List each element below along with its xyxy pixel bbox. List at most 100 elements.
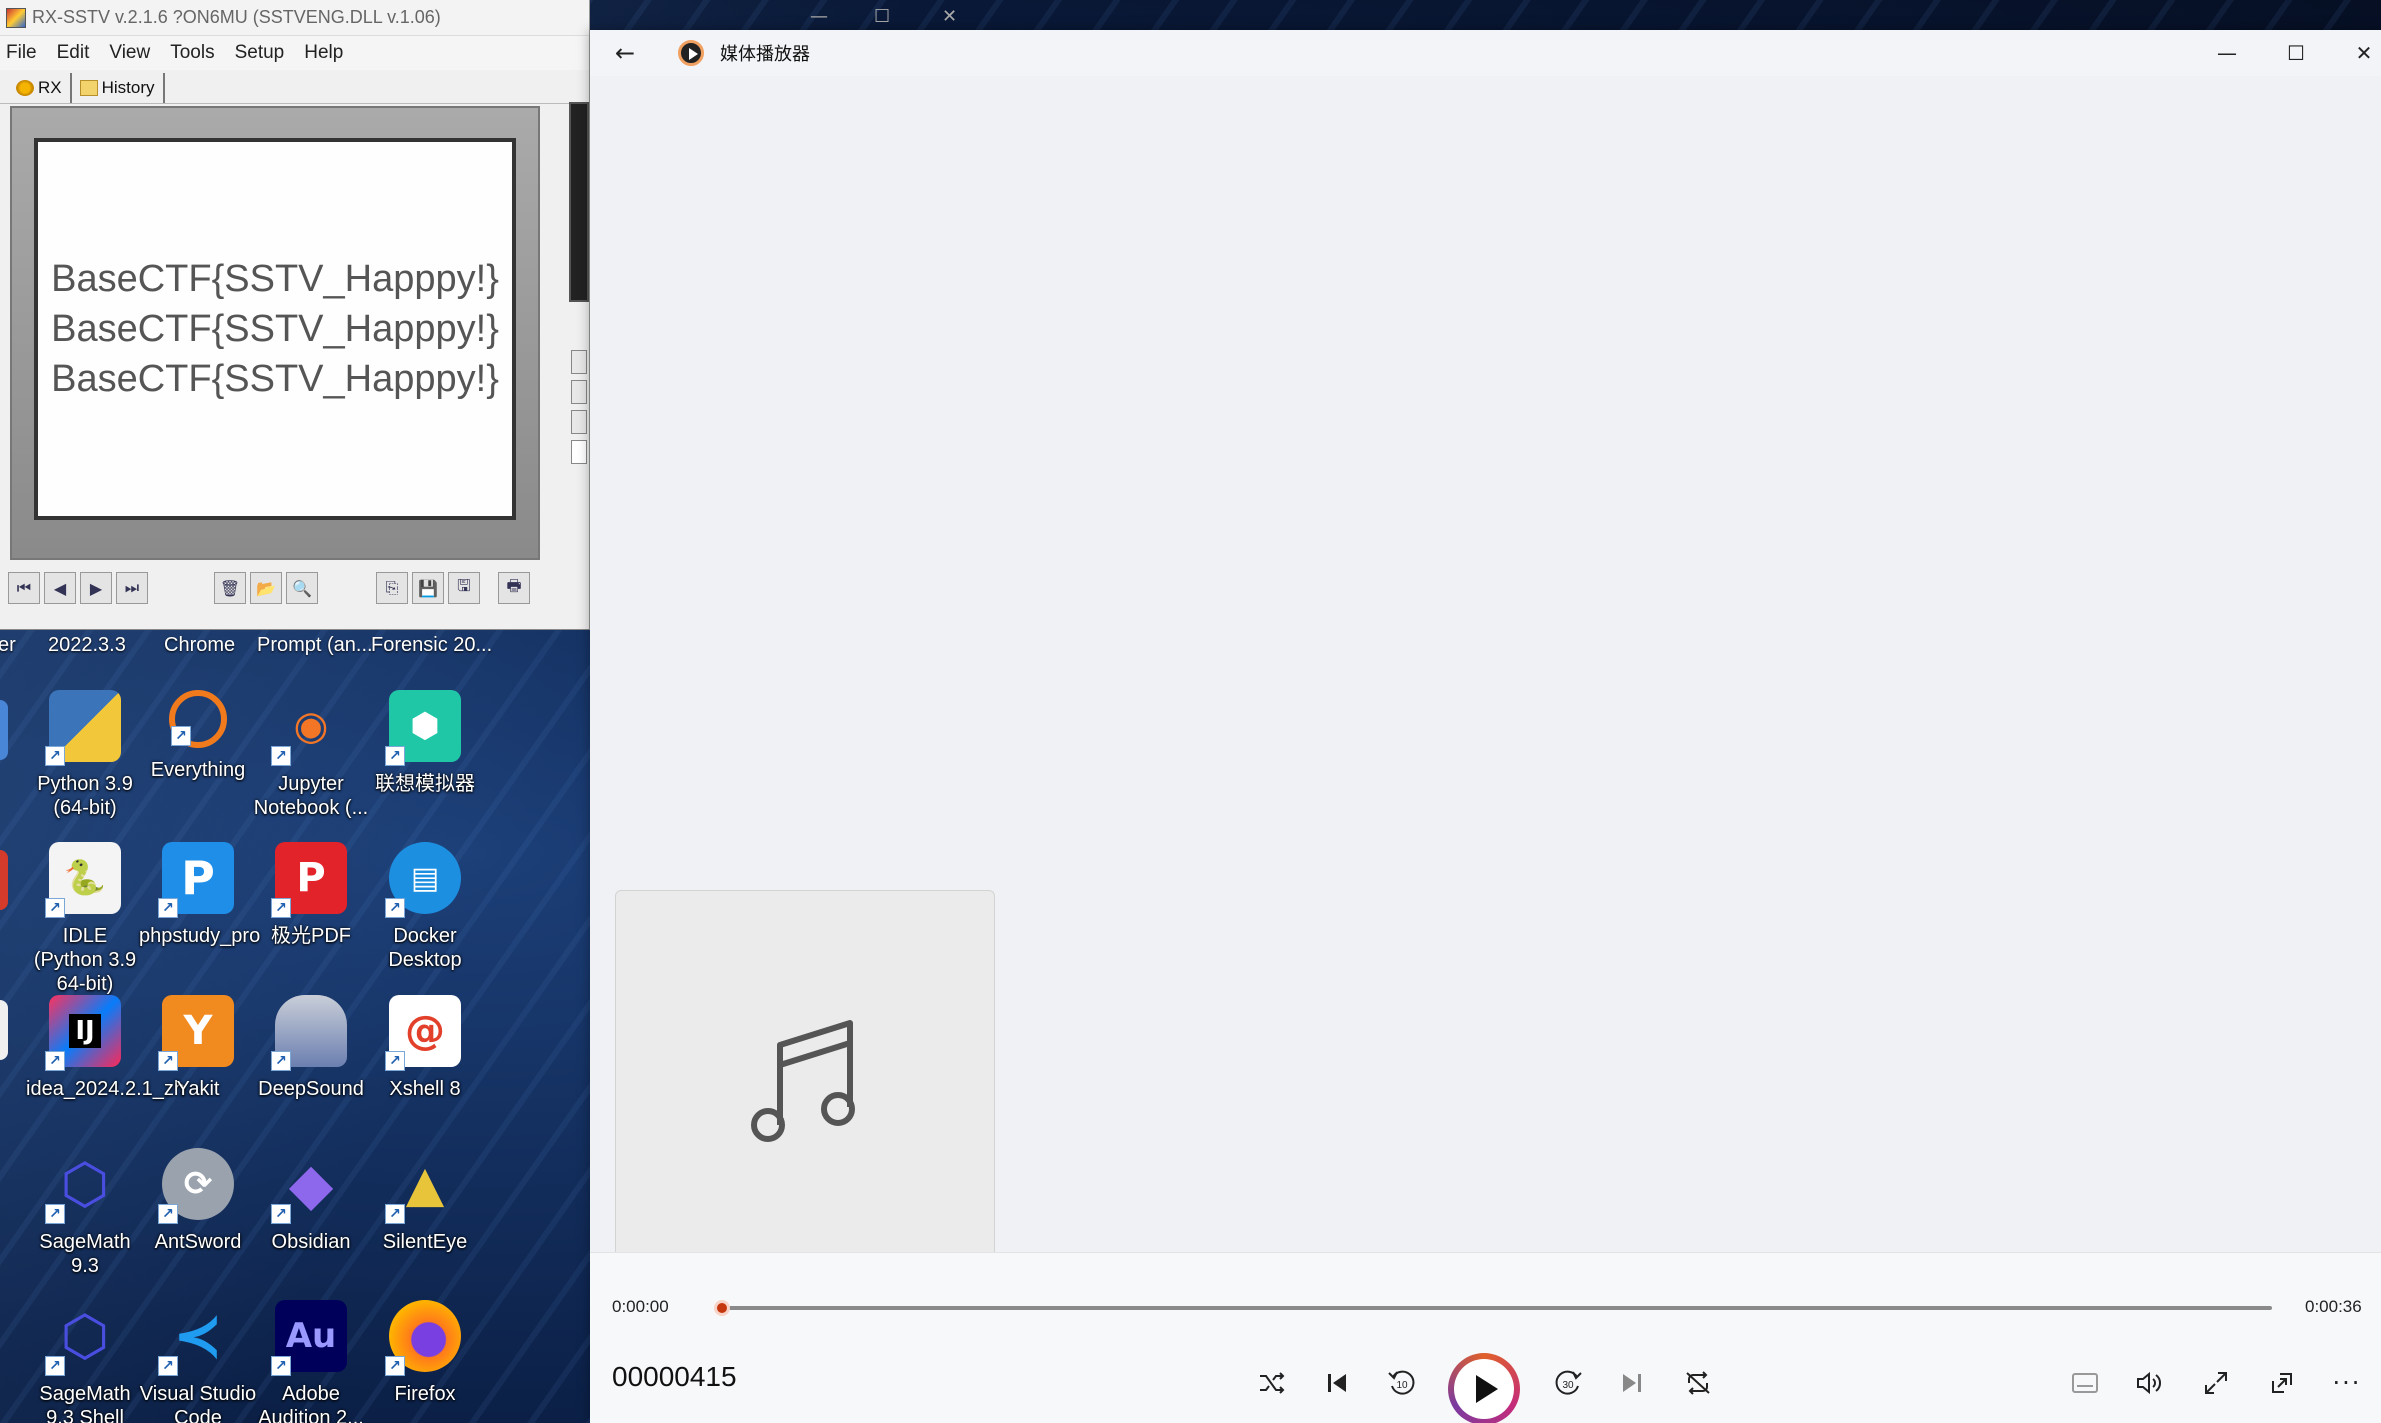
save-button[interactable]: 💾 xyxy=(412,572,444,604)
menu-setup[interactable]: Setup xyxy=(235,42,285,64)
menu-help[interactable]: Help xyxy=(304,42,343,64)
pdf-icon: P ↗ xyxy=(271,842,347,918)
desktop-row: IJ ↗ idea_2024.2.1_zh Y ↗ Yakit ↗ DeepSoun… xyxy=(0,995,590,1145)
desktop-icon-jupyter[interactable]: ◉ ↗ Jupyter Notebook (... xyxy=(253,690,369,820)
desktop-icon-label: Docker Desktop xyxy=(388,925,462,971)
desktop-icon-obsidian[interactable]: ◆ ↗ Obsidian xyxy=(254,1148,368,1254)
desktop-icon-deepsound[interactable]: ↗ DeepSound xyxy=(254,995,368,1101)
shuffle-button[interactable] xyxy=(1252,1363,1292,1403)
back-arrow-icon[interactable]: ← xyxy=(610,38,640,68)
desktop-icon-python[interactable]: ↗ Python 3.9 (64-bit) xyxy=(28,690,142,820)
desktop-icon-vscode[interactable]: ≺ ↗ Visual Studio Code xyxy=(139,1300,257,1423)
play-icon xyxy=(1476,1375,1498,1403)
desktop-icon-sagemath[interactable]: ⬡ ↗ SageMath 9.3 xyxy=(28,1148,142,1278)
desktop-icon-label: idea_2024.2.1_zh xyxy=(26,1078,186,1100)
desktop-icon-label: Jupyter Notebook (... xyxy=(253,773,369,819)
desktop-icon-antsword[interactable]: ⟳ ↗ AntSword xyxy=(141,1148,255,1254)
repeat-off-icon xyxy=(1686,1371,1710,1395)
sstv-tabs: RX History xyxy=(0,70,589,104)
menu-tools[interactable]: Tools xyxy=(170,42,214,64)
desktop-icon-xshell[interactable]: @ ↗ Xshell 8 xyxy=(368,995,482,1101)
last-image-button[interactable]: ⏭ xyxy=(116,572,148,604)
copy-button[interactable]: ⎘ xyxy=(376,572,408,604)
menu-edit[interactable]: Edit xyxy=(57,42,90,64)
fullscreen-button[interactable] xyxy=(2196,1363,2236,1403)
side-field[interactable] xyxy=(571,440,587,464)
media-player-window: ← 媒体播放器 — ☐ ✕ 0:00:00 0:00:36 00000415 1… xyxy=(590,30,2381,1423)
yakit-icon: Y ↗ xyxy=(158,995,234,1071)
desktop-icon-grid: ↗ Python 3.9 (64-bit) ↗ Everything ◉ ↗ Ju… xyxy=(0,620,590,1423)
maximize-button[interactable]: ☐ xyxy=(2274,36,2318,70)
desktop-icon-label: Visual Studio Code xyxy=(139,1383,257,1423)
player-titlebar[interactable]: ← 媒体播放器 — ☐ ✕ xyxy=(590,30,2381,76)
album-art xyxy=(615,890,995,1270)
desktop-icon-phpstudy[interactable]: P ↗ phpstudy_pro xyxy=(139,842,260,948)
play-button[interactable] xyxy=(1448,1353,1520,1423)
desktop-icon-everything[interactable]: ↗ Everything xyxy=(141,690,255,782)
desktop-icon-idle[interactable]: 🐍 ↗ IDLE (Python 3.9 64-bit) xyxy=(28,842,142,996)
side-button[interactable] xyxy=(571,380,587,404)
previous-button[interactable] xyxy=(1317,1363,1357,1403)
volume-button[interactable] xyxy=(2130,1363,2170,1403)
tab-history[interactable]: History xyxy=(72,73,165,103)
desktop-icon-label: Adobe Audition 2... xyxy=(258,1383,364,1423)
desktop-icon-sagemath-shell[interactable]: ⬡ ↗ SageMath 9.3 Shell xyxy=(28,1300,142,1423)
decoded-text-line: BaseCTF{SSTV_Happpy!} xyxy=(51,358,499,400)
desktop-icon-yakit[interactable]: Y ↗ Yakit xyxy=(141,995,255,1101)
desktop-icon-silenteye[interactable]: ▲ ↗ SilentEye xyxy=(368,1148,482,1254)
database-icon: ↗ xyxy=(271,995,347,1071)
desktop-row: ↗ Python 3.9 (64-bit) ↗ Everything ◉ ↗ Ju… xyxy=(0,690,590,840)
close-button[interactable]: ✕ xyxy=(2342,36,2381,70)
desktop-icon-idea[interactable]: IJ ↗ idea_2024.2.1_zh xyxy=(26,995,186,1101)
sstv-titlebar[interactable]: RX-SSTV v.2.1.6 ?ON6MU (SSTVENG.DLL v.1.… xyxy=(0,0,957,36)
playback-controls: 0:00:00 0:00:36 00000415 10 30 ··· xyxy=(590,1252,2381,1423)
skip-back-button[interactable]: 10 xyxy=(1382,1363,1422,1403)
captions-icon xyxy=(2072,1373,2098,1393)
close-icon[interactable]: ✕ xyxy=(942,6,957,27)
phpstudy-icon: P ↗ xyxy=(158,842,234,918)
desktop-icon-lenovo-emulator[interactable]: ⬢ ↗ 联想模拟器 xyxy=(368,690,482,796)
music-note-icon xyxy=(751,1020,855,1142)
seek-thumb[interactable] xyxy=(714,1300,730,1316)
volume-icon xyxy=(2137,1371,2161,1395)
desktop-icon-audition[interactable]: Au ↗ Adobe Audition 2... xyxy=(254,1300,368,1423)
next-image-button[interactable]: ▶ xyxy=(80,572,112,604)
maximize-icon[interactable]: ☐ xyxy=(874,6,890,27)
intellij-icon: IJ ↗ xyxy=(45,995,121,1071)
delete-image-button[interactable]: 🗑 xyxy=(214,572,246,604)
jupyter-icon: ◉ ↗ xyxy=(271,690,347,766)
xshell-icon: @ ↗ xyxy=(385,995,461,1071)
captions-button[interactable] xyxy=(2065,1363,2105,1403)
more-options-button[interactable]: ··· xyxy=(2327,1363,2367,1403)
minimize-button[interactable]: — xyxy=(2205,36,2249,70)
side-button[interactable] xyxy=(571,410,587,434)
desktop-icon-label: Python 3.9 (64-bit) xyxy=(37,773,133,819)
desktop-icon-pdf[interactable]: P ↗ 极光PDF xyxy=(254,842,368,948)
repeat-button[interactable] xyxy=(1678,1363,1718,1403)
minimize-icon[interactable]: — xyxy=(810,6,828,27)
prev-image-button[interactable]: ◀ xyxy=(44,572,76,604)
save-as-button[interactable]: 🖫 xyxy=(448,572,480,604)
mini-player-button[interactable] xyxy=(2262,1363,2302,1403)
desktop-icon-docker[interactable]: ▤ ↗ Docker Desktop xyxy=(368,842,482,972)
desktop-row: ⬡ ↗ SageMath 9.3 ⟳ ↗ AntSword ◆ ↗ Obsidian … xyxy=(0,1148,590,1298)
desktop-icon-label: SageMath 9.3 Shell xyxy=(39,1383,131,1423)
zoom-button[interactable]: 🔍 xyxy=(286,572,318,604)
desktop-icon-firefox[interactable]: ↗ Firefox xyxy=(368,1300,482,1406)
open-folder-button[interactable]: 📂 xyxy=(250,572,282,604)
next-button[interactable] xyxy=(1612,1363,1652,1403)
tab-history-label: History xyxy=(101,78,155,97)
first-image-button[interactable]: ⏮ xyxy=(8,572,40,604)
python-icon: ↗ xyxy=(45,690,121,766)
menu-view[interactable]: View xyxy=(109,42,150,64)
desktop-icon-label: SageMath 9.3 xyxy=(39,1231,131,1277)
expand-icon xyxy=(2205,1372,2227,1394)
desktop-icon-label: Everything xyxy=(150,759,246,781)
menu-file[interactable]: File xyxy=(6,42,37,64)
side-button[interactable] xyxy=(571,350,587,374)
print-button[interactable]: 🖶 xyxy=(498,572,530,604)
sagemath-icon: ⬡ ↗ xyxy=(45,1300,121,1376)
seek-bar[interactable] xyxy=(714,1300,2272,1316)
tab-rx[interactable]: RX xyxy=(8,73,72,103)
skip-forward-button[interactable]: 30 xyxy=(1548,1363,1588,1403)
